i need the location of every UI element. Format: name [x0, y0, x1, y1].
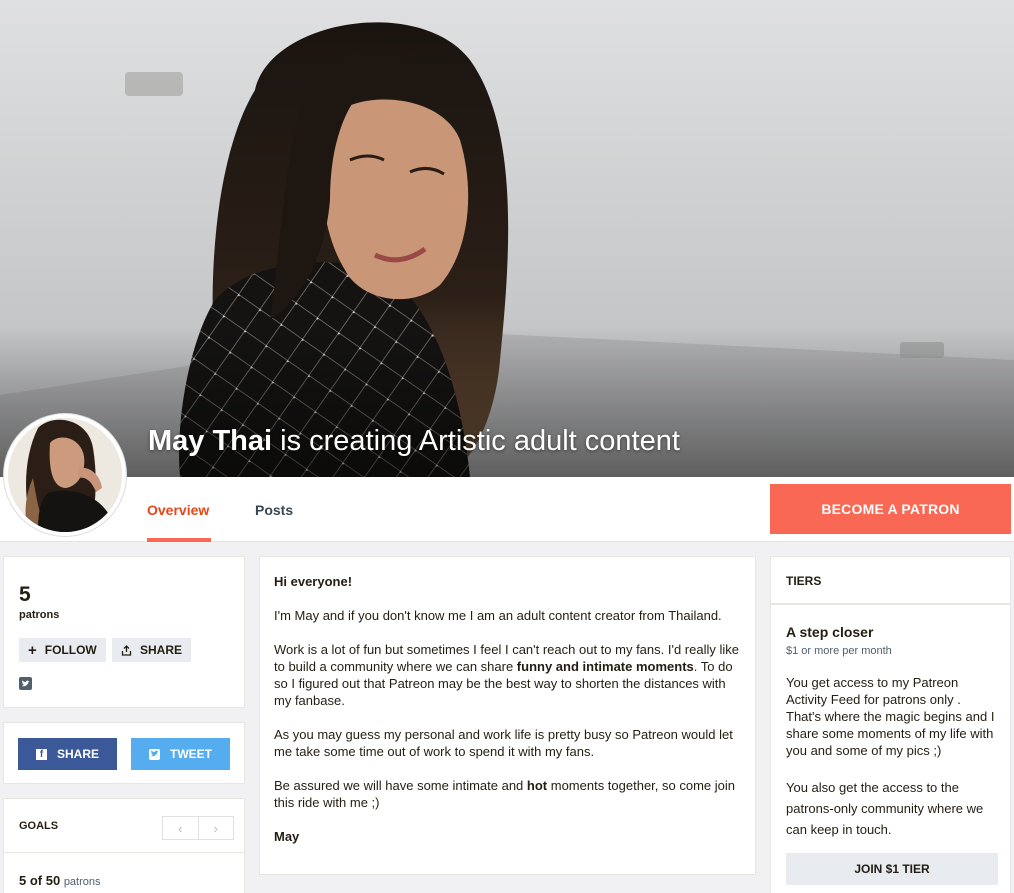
patron-count-label: patrons — [19, 609, 60, 621]
twitter-tweet-button[interactable]: TWEET — [131, 738, 230, 770]
follow-button[interactable]: + FOLLOW — [19, 638, 106, 662]
cover-photo: May Thai is creating Artistic adult cont… — [0, 0, 1014, 477]
tier-card: A step closer $1 or more per month You g… — [770, 604, 1011, 893]
goals-card: GOALS ‹ › 5 of 50 patrons — [3, 798, 245, 893]
page-title: May Thai is creating Artistic adult cont… — [148, 425, 680, 458]
page-nav: Overview Posts BECOME A PATRON — [0, 477, 1014, 542]
twitter-icon[interactable] — [19, 677, 32, 690]
goals-heading: GOALS — [19, 820, 59, 832]
tier-description-extra: You also get the access to the patrons-o… — [786, 780, 984, 837]
divider — [4, 852, 244, 853]
twitter-icon — [149, 748, 160, 760]
about-greeting: Hi everyone! — [274, 574, 353, 589]
about-signature: May — [274, 829, 300, 844]
tiers-heading: TIERS — [786, 574, 822, 588]
plus-icon: + — [28, 641, 37, 659]
avatar-image — [8, 418, 122, 532]
goal-progress-count: 5 of 50 — [19, 873, 61, 888]
become-patron-button[interactable]: BECOME A PATRON — [770, 484, 1011, 534]
avatar[interactable] — [4, 414, 126, 536]
active-tab-indicator — [147, 538, 211, 542]
tiers-header-card: TIERS — [770, 556, 1011, 604]
tab-posts[interactable]: Posts — [255, 502, 293, 518]
patron-count: 5 — [19, 583, 31, 606]
share-icon — [121, 644, 132, 656]
about-paragraph-3: As you may guess my personal and work li… — [274, 727, 733, 759]
about-paragraph-2: Work is a lot of fun but sometimes I fee… — [274, 642, 739, 708]
creator-name: May Thai — [148, 425, 273, 457]
goal-progress: 5 of 50 patrons — [19, 873, 101, 888]
tier-price: $1 or more per month — [786, 645, 892, 657]
social-share-card: f SHARE TWEET — [3, 722, 245, 784]
tier-title: A step closer — [786, 624, 874, 640]
chevron-left-icon[interactable]: ‹ — [163, 817, 198, 839]
about-paragraph-1: I'm May and if you don't know me I am an… — [274, 608, 722, 623]
about-card: Hi everyone! I'm May and if you don't kn… — [259, 556, 756, 875]
facebook-share-label: SHARE — [56, 747, 99, 761]
goals-pager: ‹ › — [162, 816, 234, 840]
tab-overview[interactable]: Overview — [147, 502, 209, 518]
patron-stats-card: 5 patrons + FOLLOW SHARE — [3, 556, 245, 708]
facebook-icon: f — [35, 748, 47, 760]
share-label: SHARE — [140, 643, 183, 657]
follow-label: FOLLOW — [44, 643, 97, 657]
goal-progress-unit: patrons — [63, 876, 101, 888]
creator-tagline: is creating Artistic adult content — [272, 425, 680, 457]
share-button[interactable]: SHARE — [112, 638, 192, 662]
join-tier-button[interactable]: JOIN $1 TIER — [786, 853, 998, 885]
tweet-label: TWEET — [170, 747, 212, 761]
facebook-share-button[interactable]: f SHARE — [18, 738, 117, 770]
chevron-right-icon[interactable]: › — [197, 817, 234, 839]
tier-description: You get access to my Patreon Activity Fe… — [786, 675, 995, 758]
about-paragraph-4: Be assured we will have some intimate an… — [274, 778, 735, 810]
